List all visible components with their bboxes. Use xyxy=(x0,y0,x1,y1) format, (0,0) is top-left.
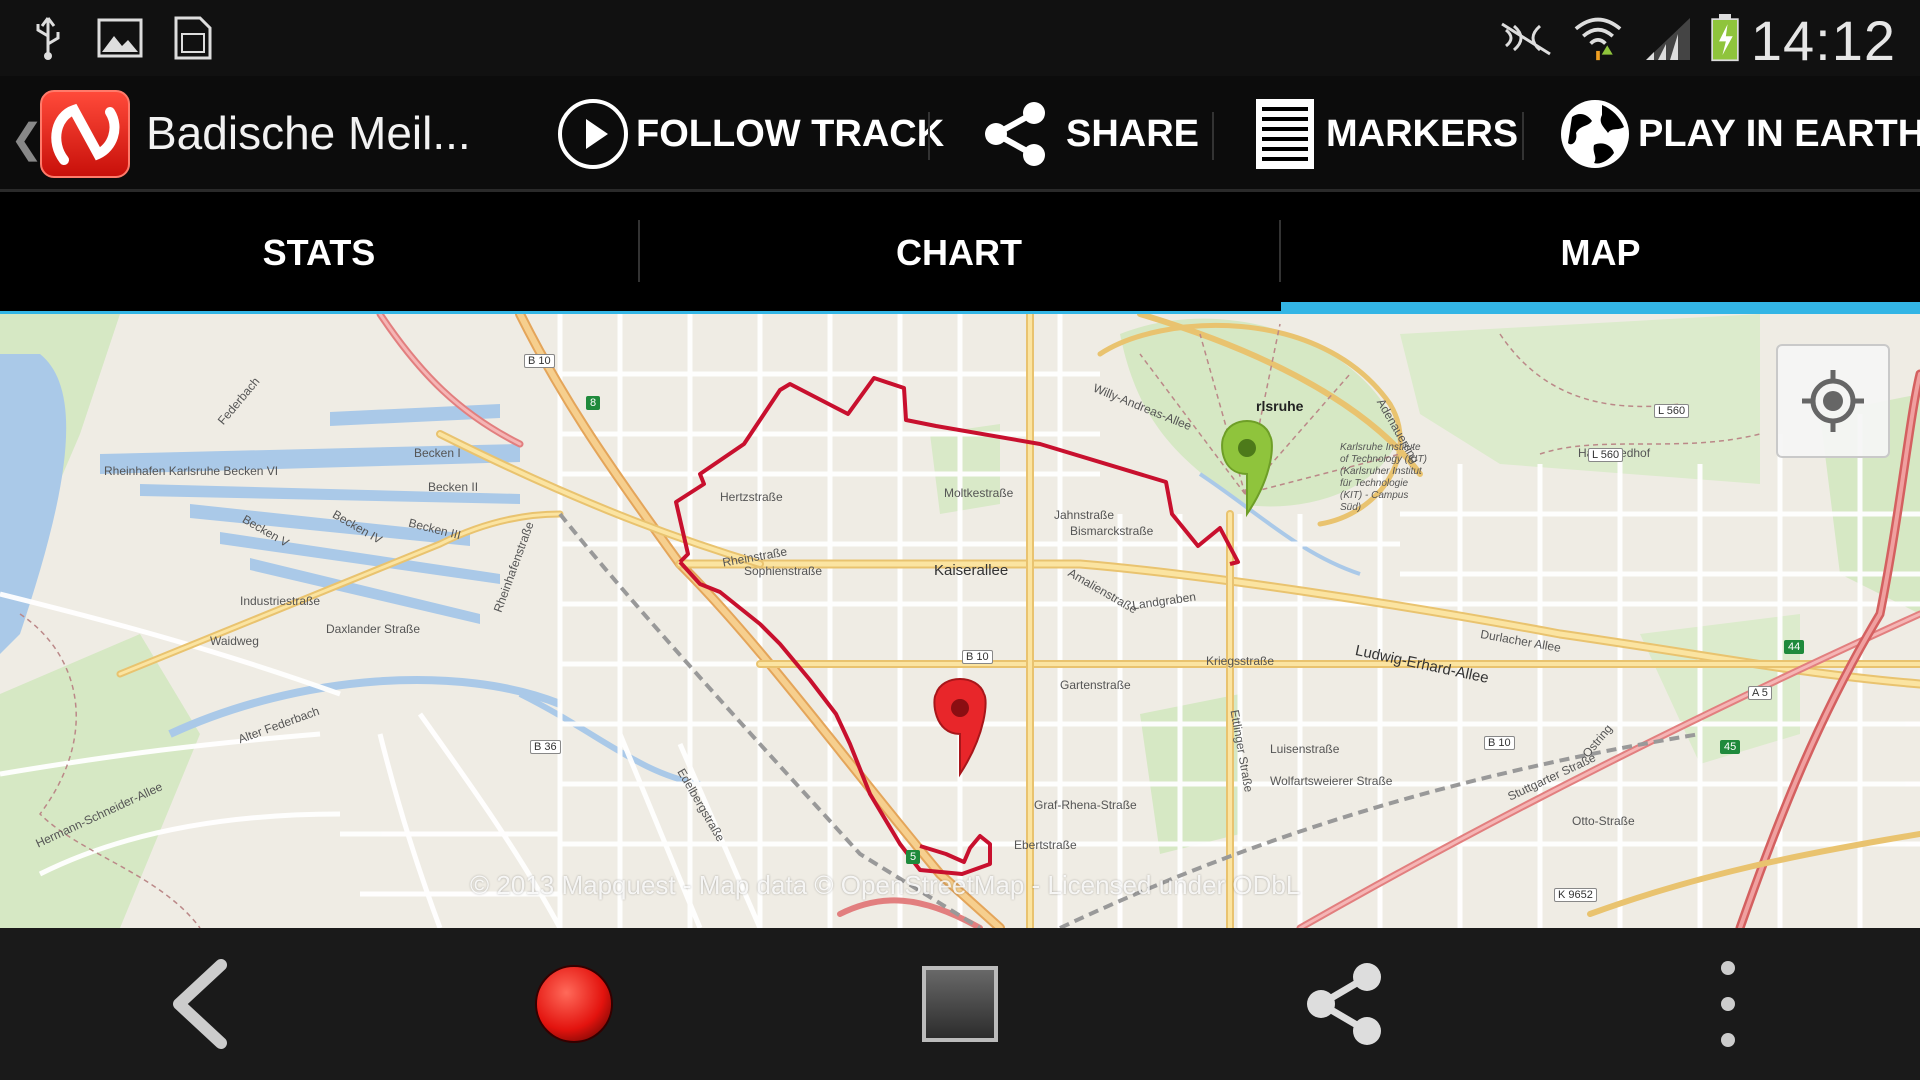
up-navigation-icon[interactable]: ❮ xyxy=(10,116,44,162)
play-in-earth-label: PLAY IN EARTH xyxy=(1638,112,1920,155)
street-label: Waidweg xyxy=(210,634,259,648)
record-icon xyxy=(535,965,613,1043)
road-badge: 5 xyxy=(906,850,921,864)
app-logo-icon xyxy=(51,103,120,165)
overflow-menu-button[interactable] xyxy=(1668,928,1788,1080)
markers-label: MARKERS xyxy=(1326,112,1519,155)
road-badge: L 560 xyxy=(1588,448,1624,462)
my-location-button[interactable] xyxy=(1776,344,1890,458)
markers-button[interactable]: MARKERS xyxy=(1254,94,1518,174)
status-bar: 14:12 xyxy=(0,0,1920,76)
road-badge: A 5 xyxy=(1748,686,1772,700)
follow-track-button[interactable]: FOLLOW TRACK xyxy=(556,94,944,174)
share-label: SHARE xyxy=(1066,112,1200,155)
road-badge: 44 xyxy=(1784,640,1805,654)
wifi-icon xyxy=(1574,17,1622,61)
clock: 14:12 xyxy=(1750,9,1896,72)
street-label: Luisenstraße xyxy=(1270,742,1340,756)
end-marker[interactable] xyxy=(933,678,987,778)
stop-icon xyxy=(922,966,998,1042)
street-label: Gartenstraße xyxy=(1060,678,1131,692)
tab-map[interactable]: MAP xyxy=(1281,192,1920,314)
app-title: Badische Meil... xyxy=(146,107,471,159)
tab-bar: STATS CHART MAP xyxy=(0,192,1920,314)
image-icon xyxy=(97,18,143,58)
action-divider xyxy=(1522,112,1524,160)
road-badge: B 36 xyxy=(530,740,561,754)
usb-icon xyxy=(36,17,60,60)
share-icon xyxy=(985,102,1045,166)
street-label: Daxlander Straße xyxy=(326,622,421,636)
city-label: rlsruhe xyxy=(1256,398,1304,414)
share-bottom-button[interactable] xyxy=(1284,928,1404,1080)
tab-chart[interactable]: CHART xyxy=(640,192,1278,314)
street-label: Becken II xyxy=(428,480,479,494)
street-label: Kriegsstraße xyxy=(1206,654,1275,668)
map-tiles xyxy=(0,314,1920,928)
street-label: Bismarckstraße xyxy=(1070,524,1154,538)
map-attribution: © 2013 Mapquest - Map data © OpenStreetM… xyxy=(470,870,1301,900)
street-label: Wolfartsweierer Straße xyxy=(1270,774,1393,788)
street-label: Becken I xyxy=(414,446,461,460)
road-badge: 8 xyxy=(586,396,601,410)
road-badge: B 10 xyxy=(962,650,993,664)
street-label: Sophienstraße xyxy=(744,564,823,578)
action-divider xyxy=(1212,112,1214,160)
street-label: Graf-Rhena-Straße xyxy=(1034,798,1137,812)
street-label: Rheinhafen Karlsruhe Becken VI xyxy=(104,464,279,478)
street-label: Ebertstraße xyxy=(1014,838,1077,852)
follow-track-label: FOLLOW TRACK xyxy=(636,112,945,155)
street-label: Hertzstraße xyxy=(720,490,783,504)
campus-label: Karlsruhe Institute of Technology (KIT) … xyxy=(1340,442,1427,513)
road-badge: 45 xyxy=(1720,740,1741,754)
action-divider xyxy=(928,112,930,160)
share-icon xyxy=(1307,963,1381,1045)
action-bar: ❮ Badische Meil... FOLLOW TRACK SHARE MA… xyxy=(0,76,1920,192)
signal-icon xyxy=(1646,18,1690,60)
road-badge: L 560 xyxy=(1654,404,1690,418)
road-badge: B 10 xyxy=(524,354,555,368)
back-button[interactable] xyxy=(140,928,260,1080)
road-badge: B 10 xyxy=(1484,736,1515,750)
list-icon xyxy=(1256,99,1314,169)
sd-card-icon xyxy=(174,16,212,60)
map-view[interactable]: Kaiserallee Rheinstraße Ludwig-Erhard-Al… xyxy=(0,314,1920,928)
record-button[interactable] xyxy=(514,928,634,1080)
tab-stats[interactable]: STATS xyxy=(0,192,638,314)
bottom-bar xyxy=(0,928,1920,1080)
app-logo[interactable] xyxy=(40,90,130,178)
street-label: Kaiserallee xyxy=(934,562,1009,579)
stop-button[interactable] xyxy=(900,928,1020,1080)
back-icon xyxy=(173,959,227,1049)
battery-charging-icon xyxy=(1711,14,1739,62)
globe-icon xyxy=(1561,100,1629,168)
crosshair-icon xyxy=(1802,370,1864,432)
street-label: Moltkestraße xyxy=(944,486,1014,500)
road-badge: K 9652 xyxy=(1554,888,1597,902)
street-label: Jahnstraße xyxy=(1054,508,1115,522)
street-label: Industriestraße xyxy=(240,594,321,608)
play-circle-icon xyxy=(558,99,628,169)
nfc-muted-icon xyxy=(1501,22,1551,56)
share-action-button[interactable]: SHARE xyxy=(978,94,1199,174)
play-in-earth-button[interactable]: PLAY IN EARTH xyxy=(1558,94,1920,174)
overflow-menu-icon xyxy=(1721,961,1735,1047)
street-label: Otto-Straße xyxy=(1572,814,1635,828)
